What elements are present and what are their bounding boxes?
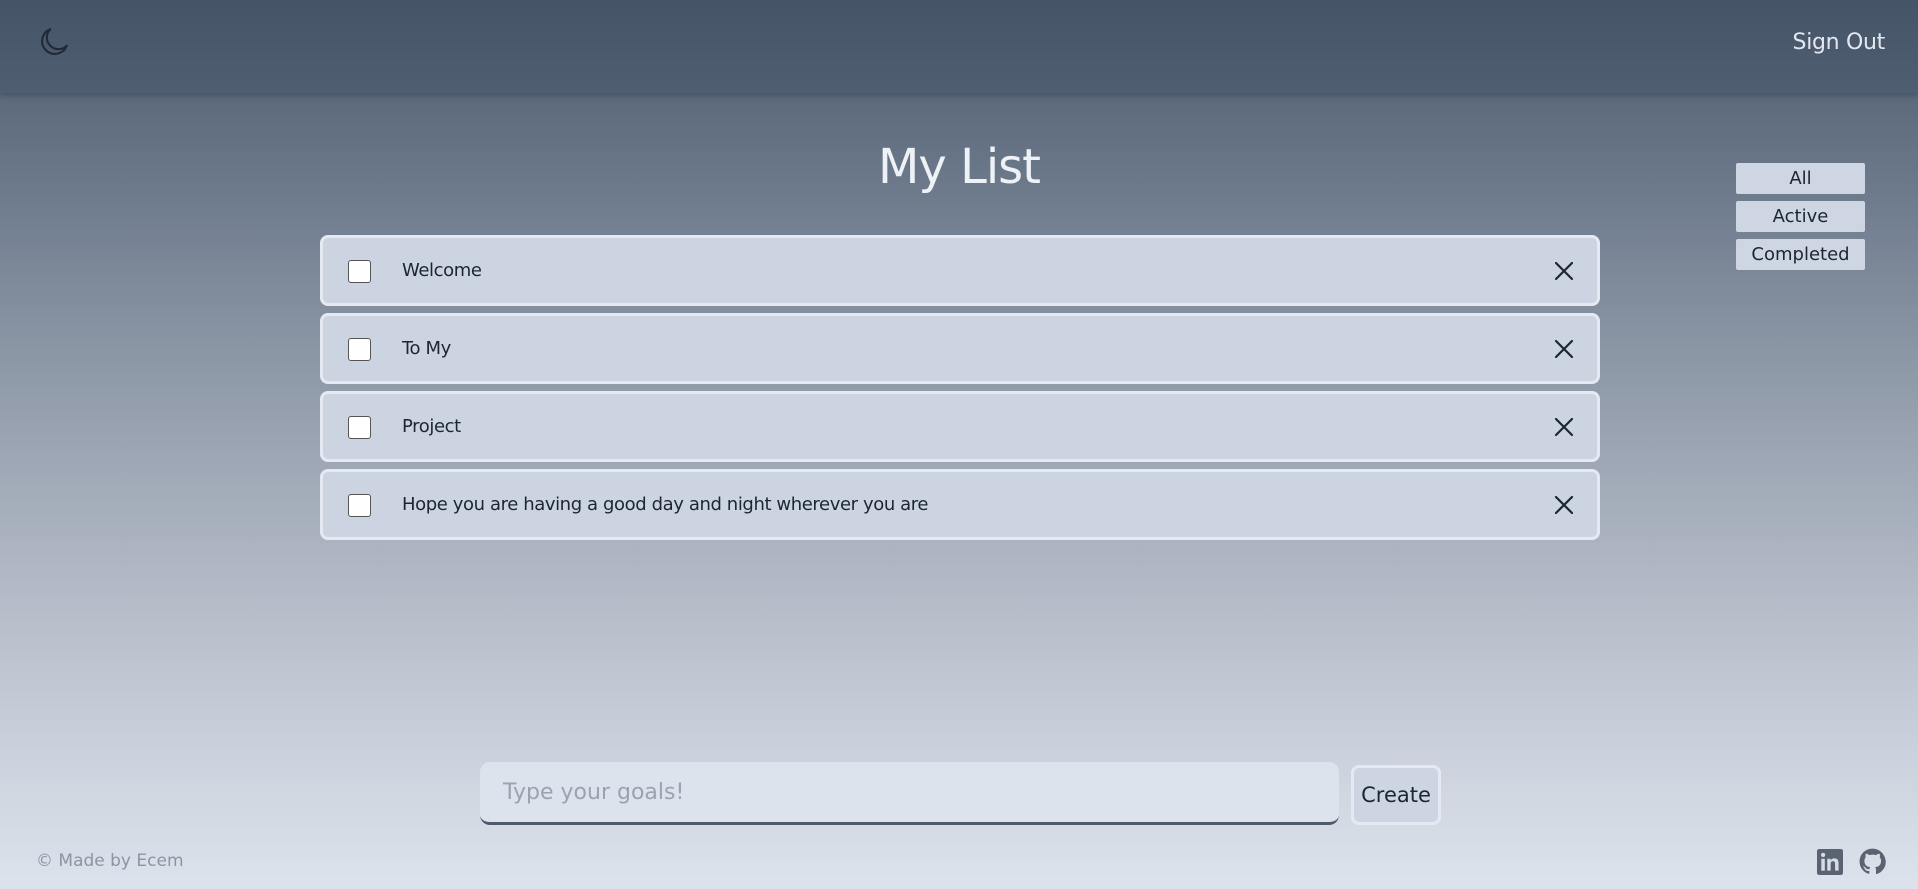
sign-out-button[interactable]: Sign Out: [1793, 30, 1886, 55]
goal-input[interactable]: [480, 762, 1339, 825]
todo-checkbox[interactable]: [348, 494, 371, 517]
todo-item: Welcome: [320, 235, 1600, 306]
page-title: My List: [878, 139, 1041, 195]
create-button[interactable]: Create: [1351, 765, 1441, 825]
todo-item: Hope you are having a good day and night…: [320, 469, 1600, 540]
footer-credit: © Made by Ecem: [36, 851, 184, 871]
todo-checkbox[interactable]: [348, 416, 371, 439]
todo-text: Project: [402, 416, 461, 437]
filter-group: All Active Completed: [1736, 163, 1865, 277]
close-icon[interactable]: [1553, 494, 1575, 516]
close-icon[interactable]: [1553, 260, 1575, 282]
todo-checkbox[interactable]: [348, 338, 371, 361]
linkedin-icon[interactable]: [1817, 849, 1843, 875]
top-bar: Sign Out: [0, 0, 1918, 93]
todo-text: To My: [402, 338, 451, 359]
close-icon[interactable]: [1553, 338, 1575, 360]
todo-text: Welcome: [402, 260, 482, 281]
todo-list: Welcome To My Project Hope you are havin…: [320, 235, 1600, 547]
todo-text: Hope you are having a good day and night…: [402, 494, 929, 515]
filter-completed-button[interactable]: Completed: [1736, 239, 1865, 270]
todo-item: Project: [320, 391, 1600, 462]
filter-all-button[interactable]: All: [1736, 163, 1865, 194]
todo-item: To My: [320, 313, 1600, 384]
todo-checkbox[interactable]: [348, 260, 371, 283]
moon-icon[interactable]: [36, 24, 72, 60]
close-icon[interactable]: [1553, 416, 1575, 438]
github-icon[interactable]: [1859, 848, 1886, 875]
filter-active-button[interactable]: Active: [1736, 201, 1865, 232]
